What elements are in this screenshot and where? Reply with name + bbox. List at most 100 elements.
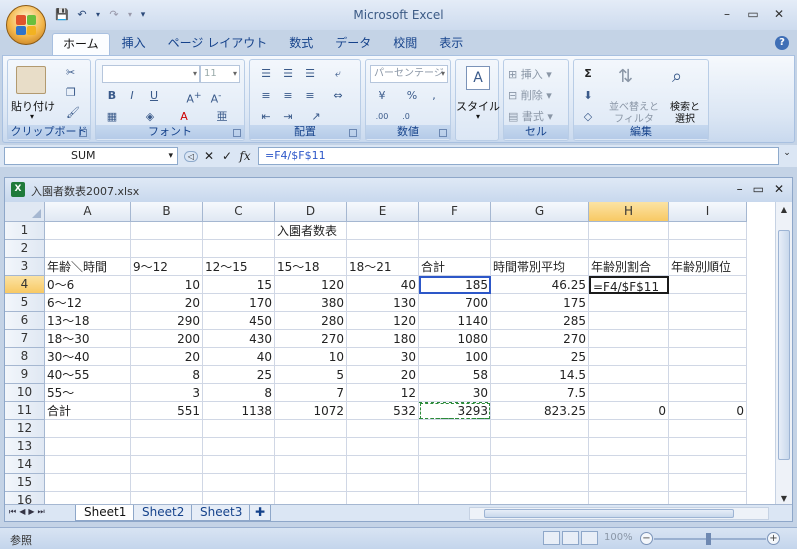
autosum-icon[interactable]: Σ bbox=[578, 65, 598, 83]
decrease-decimal-icon[interactable]: .0 bbox=[396, 108, 416, 126]
cell-g3[interactable]: 時間帯別平均 bbox=[491, 258, 589, 276]
cell-b7[interactable]: 200 bbox=[131, 330, 203, 348]
column-header-a[interactable]: A bbox=[45, 202, 131, 222]
cell-i3[interactable]: 年齢別順位 bbox=[669, 258, 747, 276]
enter-icon[interactable]: ✓ bbox=[220, 149, 234, 163]
cell-h10[interactable] bbox=[589, 384, 669, 402]
currency-icon[interactable]: ¥ bbox=[372, 87, 392, 105]
page-break-view-icon[interactable] bbox=[581, 531, 598, 545]
cell-c12[interactable] bbox=[203, 420, 275, 438]
row-header-11[interactable]: 11 bbox=[5, 402, 45, 420]
cell-f6[interactable]: 1140 bbox=[419, 312, 491, 330]
row-header-14[interactable]: 14 bbox=[5, 456, 45, 474]
cell-a9[interactable]: 40〜55 bbox=[45, 366, 131, 384]
paste-dropdown-icon[interactable]: ▾ bbox=[22, 112, 42, 121]
cell-h1[interactable] bbox=[589, 222, 669, 240]
cell-h13[interactable] bbox=[589, 438, 669, 456]
increase-decimal-icon[interactable]: .00 bbox=[372, 108, 392, 126]
cell-c6[interactable]: 450 bbox=[203, 312, 275, 330]
cell-e15[interactable] bbox=[347, 474, 419, 492]
cell-d12[interactable] bbox=[275, 420, 347, 438]
column-header-h[interactable]: H bbox=[589, 202, 669, 222]
cell-d15[interactable] bbox=[275, 474, 347, 492]
cell-a15[interactable] bbox=[45, 474, 131, 492]
cell-f4[interactable]: 185 bbox=[419, 276, 491, 294]
cell-b1[interactable] bbox=[131, 222, 203, 240]
minimize-icon[interactable]: – bbox=[717, 6, 737, 22]
row-header-3[interactable]: 3 bbox=[5, 258, 45, 276]
zoom-out-icon[interactable]: − bbox=[640, 532, 653, 545]
font-size-combo[interactable]: 11 ▾ bbox=[200, 65, 240, 83]
comma-icon[interactable]: , bbox=[424, 87, 444, 105]
cell-c8[interactable]: 40 bbox=[203, 348, 275, 366]
column-header-i[interactable]: I bbox=[669, 202, 747, 222]
cell-b14[interactable] bbox=[131, 456, 203, 474]
cell-h14[interactable] bbox=[589, 456, 669, 474]
tab-home[interactable]: ホーム bbox=[52, 33, 110, 55]
orientation-icon[interactable]: ↗ bbox=[306, 108, 326, 126]
cell-a6[interactable]: 13〜18 bbox=[45, 312, 131, 330]
cell-i8[interactable] bbox=[669, 348, 747, 366]
cell-c10[interactable]: 8 bbox=[203, 384, 275, 402]
sheet-tab-sheet2[interactable]: Sheet2 bbox=[133, 505, 194, 521]
cell-g13[interactable] bbox=[491, 438, 589, 456]
cell-a1[interactable] bbox=[45, 222, 131, 240]
cancel-icon[interactable]: ✕ bbox=[202, 149, 216, 163]
first-sheet-icon[interactable]: ⏮ bbox=[9, 507, 16, 517]
cell-g11[interactable]: 823.25 bbox=[491, 402, 589, 420]
cell-d3[interactable]: 15〜18 bbox=[275, 258, 347, 276]
close-icon[interactable]: ✕ bbox=[769, 6, 789, 22]
cell-d1[interactable]: 入園者数表 bbox=[275, 222, 347, 240]
cell-a12[interactable] bbox=[45, 420, 131, 438]
underline-icon[interactable]: U bbox=[144, 87, 164, 105]
cell-i15[interactable] bbox=[669, 474, 747, 492]
cell-i2[interactable] bbox=[669, 240, 747, 258]
cell-h15[interactable] bbox=[589, 474, 669, 492]
cell-f13[interactable] bbox=[419, 438, 491, 456]
close-icon[interactable]: ✕ bbox=[774, 182, 784, 196]
bold-icon[interactable]: B bbox=[102, 87, 122, 105]
sort-filter-icon[interactable]: ⇅ bbox=[618, 66, 633, 87]
cell-d6[interactable]: 280 bbox=[275, 312, 347, 330]
cell-d13[interactable] bbox=[275, 438, 347, 456]
decrease-indent-icon[interactable]: ⇤ bbox=[256, 108, 276, 126]
row-header-15[interactable]: 15 bbox=[5, 474, 45, 492]
cell-e9[interactable]: 20 bbox=[347, 366, 419, 384]
zoom-knob[interactable] bbox=[706, 533, 711, 545]
cell-e3[interactable]: 18〜21 bbox=[347, 258, 419, 276]
cell-a3[interactable]: 年齢＼時間 bbox=[45, 258, 131, 276]
cell-c15[interactable] bbox=[203, 474, 275, 492]
cell-d2[interactable] bbox=[275, 240, 347, 258]
cell-i7[interactable] bbox=[669, 330, 747, 348]
cell-i6[interactable] bbox=[669, 312, 747, 330]
cell-a7[interactable]: 18〜30 bbox=[45, 330, 131, 348]
cell-g10[interactable]: 7.5 bbox=[491, 384, 589, 402]
cell-b3[interactable]: 9〜12 bbox=[131, 258, 203, 276]
cell-c13[interactable] bbox=[203, 438, 275, 456]
increase-indent-icon[interactable]: ⇥ bbox=[278, 108, 298, 126]
font-name-combo[interactable]: ▾ bbox=[102, 65, 200, 83]
cell-b11[interactable]: 551 bbox=[131, 402, 203, 420]
cell-g4[interactable]: 46.25 bbox=[491, 276, 589, 294]
cell-a14[interactable] bbox=[45, 456, 131, 474]
cell-f3[interactable]: 合計 bbox=[419, 258, 491, 276]
align-right-icon[interactable]: ≡ bbox=[300, 87, 320, 105]
row-header-1[interactable]: 1 bbox=[5, 222, 45, 240]
cell-f9[interactable]: 58 bbox=[419, 366, 491, 384]
alignment-launcher-icon[interactable] bbox=[349, 129, 357, 137]
grow-font-icon[interactable]: A+ bbox=[184, 87, 204, 106]
cell-i5[interactable] bbox=[669, 294, 747, 312]
cell-i14[interactable] bbox=[669, 456, 747, 474]
cell-g8[interactable]: 25 bbox=[491, 348, 589, 366]
cell-g6[interactable]: 285 bbox=[491, 312, 589, 330]
format-painter-icon[interactable]: 🖌 bbox=[66, 106, 80, 119]
cell-h2[interactable] bbox=[589, 240, 669, 258]
cell-a4[interactable]: 0〜6 bbox=[45, 276, 131, 294]
cell-h4[interactable]: =F4/$F$11 bbox=[589, 276, 669, 294]
italic-icon[interactable]: I bbox=[122, 87, 142, 105]
cell-g14[interactable] bbox=[491, 456, 589, 474]
cell-i13[interactable] bbox=[669, 438, 747, 456]
cell-c9[interactable]: 25 bbox=[203, 366, 275, 384]
clipboard-launcher-icon[interactable] bbox=[79, 129, 87, 137]
cell-b10[interactable]: 3 bbox=[131, 384, 203, 402]
